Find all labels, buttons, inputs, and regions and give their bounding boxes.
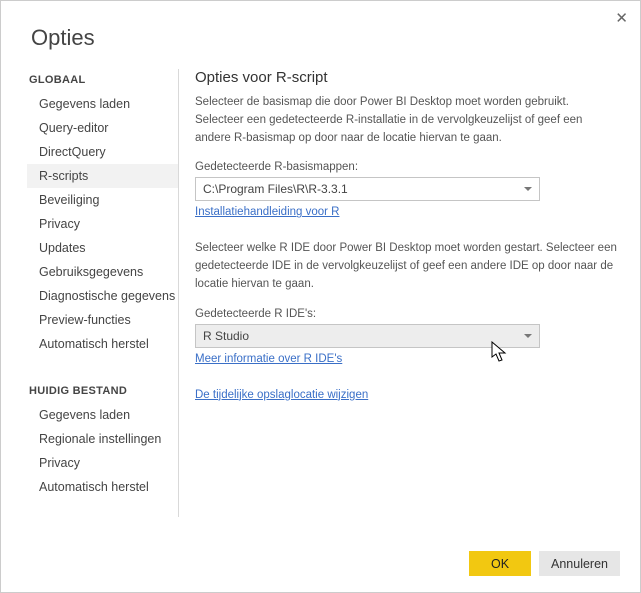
sidebar-item-r-scripts[interactable]: R-scripts	[27, 164, 178, 188]
content-pane: Opties voor R-script Selecteer de basism…	[179, 69, 640, 517]
sidebar-item-file-gegevens-laden[interactable]: Gegevens laden	[27, 403, 178, 427]
sidebar: GLOBAAL Gegevens laden Query-editor Dire…	[27, 69, 179, 517]
sidebar-item-privacy[interactable]: Privacy	[27, 212, 178, 236]
ide-info-link[interactable]: Meer informatie over R IDE's	[195, 353, 342, 365]
options-dialog: ✕ Opties GLOBAAL Gegevens laden Query-ed…	[0, 0, 641, 593]
detected-dirs-value: C:\Program Files\R\R-3.3.1	[203, 182, 348, 196]
ide-intro-text: Selecteer welke R IDE door Power BI Desk…	[195, 240, 618, 293]
cancel-button[interactable]: Annuleren	[539, 551, 620, 576]
sidebar-item-regionale[interactable]: Regionale instellingen	[27, 427, 178, 451]
install-guide-link[interactable]: Installatiehandleiding voor R	[195, 206, 339, 218]
content-heading: Opties voor R-script	[195, 69, 618, 86]
intro-text: Selecteer de basismap die door Power BI …	[195, 94, 618, 147]
sidebar-item-updates[interactable]: Updates	[27, 236, 178, 260]
sidebar-item-preview-functies[interactable]: Preview-functies	[27, 308, 178, 332]
detected-ides-value: R Studio	[203, 329, 249, 343]
sidebar-item-gegevens-laden[interactable]: Gegevens laden	[27, 92, 178, 116]
sidebar-item-beveiliging[interactable]: Beveiliging	[27, 188, 178, 212]
detected-ides-select[interactable]: R Studio	[195, 324, 540, 348]
detected-ides-label: Gedetecteerde R IDE's:	[195, 308, 618, 320]
chevron-down-icon	[524, 334, 532, 338]
chevron-down-icon	[524, 187, 532, 191]
sidebar-section-file: HUIDIG BESTAND	[27, 380, 178, 403]
sidebar-item-gebruiksgegevens[interactable]: Gebruiksgegevens	[27, 260, 178, 284]
temp-storage-link[interactable]: De tijdelijke opslaglocatie wijzigen	[195, 389, 368, 401]
sidebar-section-global: GLOBAAL	[27, 69, 178, 92]
close-icon[interactable]: ✕	[615, 9, 628, 27]
sidebar-item-file-auto-herstel[interactable]: Automatisch herstel	[27, 475, 178, 499]
detected-dirs-select[interactable]: C:\Program Files\R\R-3.3.1	[195, 177, 540, 201]
dialog-footer: OK Annuleren	[469, 551, 620, 576]
sidebar-item-file-privacy[interactable]: Privacy	[27, 451, 178, 475]
sidebar-item-query-editor[interactable]: Query-editor	[27, 116, 178, 140]
sidebar-item-auto-herstel[interactable]: Automatisch herstel	[27, 332, 178, 356]
sidebar-item-diagnostische[interactable]: Diagnostische gegevens	[27, 284, 178, 308]
detected-dirs-label: Gedetecteerde R-basismappen:	[195, 161, 618, 173]
sidebar-item-directquery[interactable]: DirectQuery	[27, 140, 178, 164]
ok-button[interactable]: OK	[469, 551, 531, 576]
dialog-title: Opties	[1, 1, 640, 69]
